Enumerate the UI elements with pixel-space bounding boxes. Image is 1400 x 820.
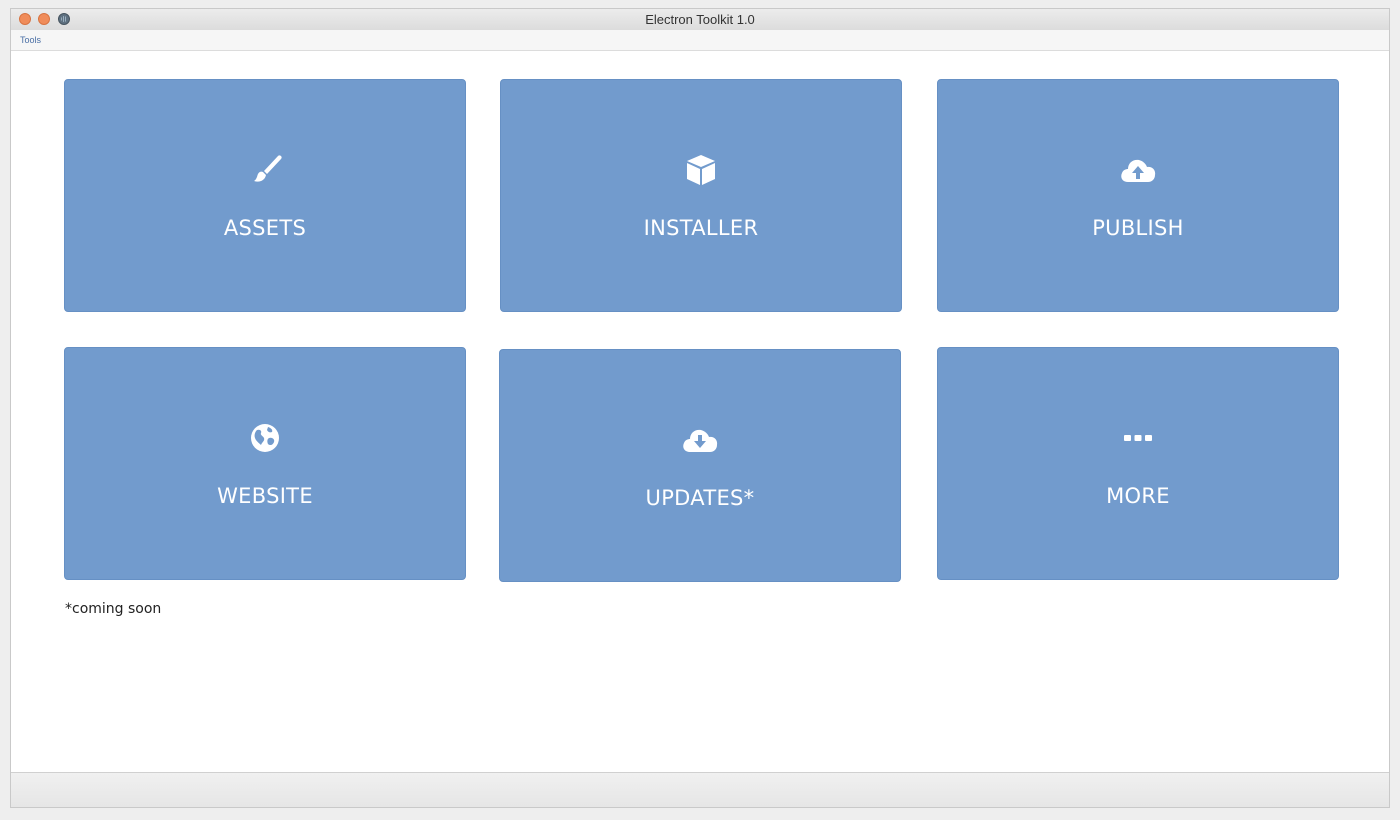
tile-label: WEBSITE	[217, 484, 313, 508]
tile-label: UPDATES*	[645, 486, 755, 510]
app-window: Electron Toolkit 1.0 Tools ASSETS INSTAL…	[10, 8, 1390, 808]
cube-icon	[501, 152, 901, 188]
tile-label: MORE	[1106, 484, 1170, 508]
cloud-download-icon	[500, 422, 900, 458]
menu-bar: Tools	[11, 30, 1389, 51]
ellipsis-icon	[938, 420, 1338, 456]
title-bar: Electron Toolkit 1.0	[11, 9, 1389, 31]
menu-item-tools[interactable]: Tools	[20, 35, 41, 45]
status-bar	[11, 772, 1389, 807]
globe-icon	[65, 420, 465, 456]
tile-publish[interactable]: PUBLISH	[937, 79, 1339, 312]
tile-updates[interactable]: UPDATES*	[499, 349, 901, 582]
window-title: Electron Toolkit 1.0	[645, 12, 755, 27]
tile-label: INSTALLER	[643, 216, 759, 240]
tile-installer[interactable]: INSTALLER	[500, 79, 902, 312]
tile-website[interactable]: WEBSITE	[64, 347, 466, 580]
cloud-upload-icon	[938, 152, 1338, 188]
paintbrush-icon	[65, 152, 465, 188]
tile-assets[interactable]: ASSETS	[64, 79, 466, 312]
tile-more[interactable]: MORE	[937, 347, 1339, 580]
coming-soon-note: *coming soon	[65, 601, 162, 617]
tile-label: ASSETS	[223, 216, 307, 240]
tile-label: PUBLISH	[1092, 216, 1184, 240]
